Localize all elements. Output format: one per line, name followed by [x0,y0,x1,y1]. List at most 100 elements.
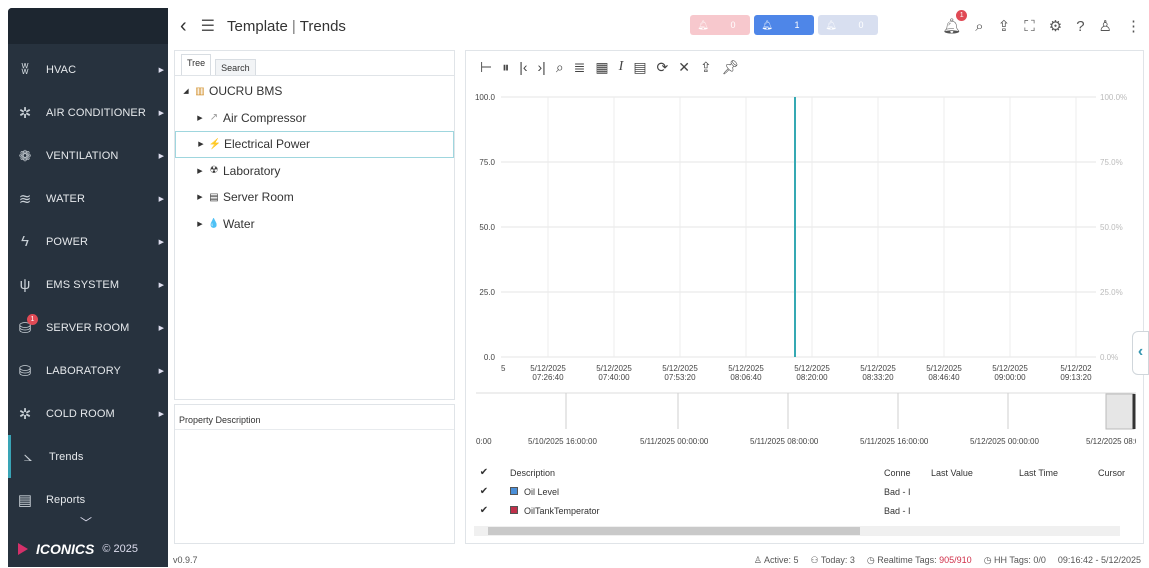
y-tick-label: 0.0 [484,353,496,362]
sidebar-header [8,8,168,44]
bell-icon: 🔔︎ [697,19,709,30]
first-icon[interactable]: |‹ [519,59,527,76]
cursor-icon[interactable]: I [619,59,624,76]
expand-arrow-icon[interactable]: ▶ [195,114,205,122]
sidebar-item-cold-room[interactable]: ✲ COLD ROOM ▶ [8,392,168,435]
y-tick-label: 75.0 [479,158,495,167]
snowflake-icon: ✲ [18,405,32,423]
calendar-icon[interactable]: ▦ [595,59,608,76]
expand-arrow-icon[interactable]: ▶ [196,140,206,148]
x-tick-date: 5/12/2025 [926,364,962,373]
row-checkbox[interactable]: ✔ [474,486,494,497]
title-text: Template [227,17,288,35]
fullscreen-icon[interactable]: ⛶ [1024,18,1035,35]
share-icon[interactable]: ⇪ [998,17,1011,35]
table-row[interactable]: ✔ Oil Level Bad - I [474,482,1138,501]
horizontal-scrollbar[interactable] [474,526,1120,536]
sidebar-item-water[interactable]: ≋ WATER ▶ [8,177,168,220]
sidebar-item-label: EMS SYSTEM [46,278,120,291]
sidebar-nav: ʬ HVAC ▶ ✲ AIR CONDITIONER ▶ ❁ VENTILATION ▶ ≋ WAT… [8,48,168,521]
last-icon[interactable]: ›| [538,59,546,76]
alarm-pill-warning[interactable]: 🔔︎ 1 [754,15,814,35]
trend-toolbar: ⊢ ⏸ |‹ ›| ⌕ ≣ ▦ I ▤ ⟳ ✕ ⇪ 📌︎ [480,59,740,76]
server-icon: ▤ [209,191,219,203]
pen-table: ✔ Description Conne Last Value Last Time… [474,463,1138,520]
status-items: ♙ Active: 5 ⚇ Today: 3 ◷ Realtime Tags: … [754,555,1141,566]
active-users: ♙ Active: 5 [753,555,799,565]
tab-search[interactable]: Search [215,59,256,75]
pause-icon[interactable]: ⏸ [502,59,509,76]
check-all-icon[interactable]: ✔ [474,467,494,478]
expand-panel-icon[interactable]: ‹ [1132,331,1149,375]
sidebar-item-ems-system[interactable]: ψ EMS SYSTEM ▶ [8,263,168,306]
y-tick-label-right: 50.0% [1100,223,1123,232]
help-icon[interactable]: ? [1076,18,1084,35]
alarm-count: 0 [858,20,864,30]
expand-arrow-icon[interactable]: ▶ [195,167,205,175]
sidebar: ʬ HVAC ▶ ✲ AIR CONDITIONER ▶ ❁ VENTILATION ▶ ≋ WAT… [8,8,168,567]
comment-icon[interactable]: ▤ [633,59,646,76]
alarm-pill-info[interactable]: 🔔︎ 0 [818,15,878,35]
close-icon[interactable]: ✕ [678,59,690,76]
sidebar-item-power[interactable]: ϟ POWER ▶ [8,220,168,263]
trend-chart[interactable]: 100.0 100.0%75.0 75.0%50.0 50.0%25.0 25.0%0.… [466,91,1145,391]
tree-node[interactable]: ▶ ▤ Server Room [175,184,454,211]
header-last-time[interactable]: Last Time [1019,468,1058,478]
realtime-value: 905/910 [939,555,972,565]
property-panel: Property Description [174,404,455,544]
water-drop-icon: 💧 [208,218,220,229]
zoom-icon[interactable]: ⌕ [556,59,564,76]
tree-node[interactable]: ▶ ⚡ Electrical Power [175,131,454,158]
scrollbar-thumb[interactable] [488,527,860,535]
header-connection[interactable]: Conne [884,468,911,478]
x-tick-date: 5/12/2025 [662,364,698,373]
tree-node[interactable]: ▶ ↗ Air Compressor [175,105,454,132]
chevron-down-icon[interactable]: ﹀ [80,514,92,531]
header-description[interactable]: Description [510,468,555,478]
list-icon[interactable]: ≣ [574,59,586,76]
user-icon[interactable]: ♙ [1099,17,1112,35]
sidebar-item-hvac[interactable]: ʬ HVAC ▶ [8,48,168,91]
refresh-icon[interactable]: ⟳ [657,59,669,76]
expand-arrow-icon[interactable]: ▶ [195,193,205,201]
expand-arrow-icon[interactable]: ▶ [195,220,205,228]
row-connection: Bad - I [884,505,911,516]
time-navigator[interactable]: 0:00 5/10/2025 16:00:00 5/11/2025 00:00:00… [476,391,1136,456]
alarm-pill-critical[interactable]: 🔔︎ 0 [690,15,750,35]
search-icon[interactable]: ⌕ [975,18,983,35]
tree-root[interactable]: ◢ ▥ OUCRU BMS [175,78,454,105]
row-checkbox[interactable]: ✔ [474,505,494,516]
export-icon[interactable]: ⇪ [700,59,712,76]
more-icon[interactable]: ⋮ [1126,17,1141,35]
sidebar-item-trends[interactable]: ⦣ Trends [8,435,168,478]
version: v0.9.7 [173,555,198,565]
sidebar-item-ventilation[interactable]: ❁ VENTILATION ▶ [8,134,168,177]
navigator-window[interactable] [1105,393,1135,430]
fit-width-icon[interactable]: ⊢ [480,59,492,76]
collapse-arrow-icon[interactable]: ◢ [181,87,191,95]
plug-icon: ψ [19,276,31,293]
notification-bell-icon[interactable]: 🔔︎ 1 [942,10,968,35]
page-title: Template | Trends [227,18,346,35]
sidebar-item-server-room[interactable]: ⛁ 1 SERVER ROOM ▶ [8,306,168,349]
header-last-value[interactable]: Last Value [931,468,973,478]
realtime-tags: ◷ Realtime Tags: 905/910 [866,555,972,565]
sidebar-item-laboratory[interactable]: ⛁ LABORATORY ▶ [8,349,168,392]
header-cursor[interactable]: Cursor [1098,468,1125,478]
x-tick-date: 5/12/2025 [596,364,632,373]
pin-icon[interactable]: 📌︎ [722,59,740,76]
tab-tree[interactable]: Tree [181,54,212,75]
y-tick-label: 50.0 [479,223,495,232]
row-desc-text: Oil Level [524,486,560,497]
table-row[interactable]: ✔ OilTankTemperator Bad - I [474,501,1138,520]
menu-icon[interactable]: ☰ [201,16,215,36]
x-tick-date: 5/12/2025 [860,364,896,373]
sidebar-item-air-conditioner[interactable]: ✲ AIR CONDITIONER ▶ [8,91,168,134]
tree-view: ◢ ▥ OUCRU BMS ▶ ↗ Air Compressor ▶ ⚡ Electric… [175,75,454,237]
tree-node[interactable]: ▶ ☢ Laboratory [175,158,454,185]
tree-node[interactable]: ▶ 💧 Water [175,211,454,238]
submenu-arrow-icon: ▶ [158,410,164,418]
x-tick-time: 08:06:40 [730,373,762,382]
back-icon[interactable]: ‹ [180,15,187,38]
gear-icon[interactable]: ⚙ [1049,17,1062,35]
